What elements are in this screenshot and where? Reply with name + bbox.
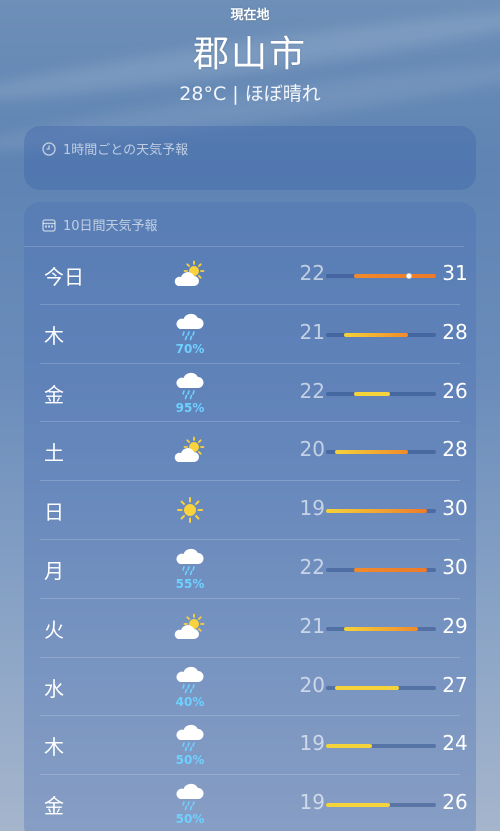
- forecast-day: 木: [44, 323, 64, 348]
- forecast-row[interactable]: 月 55% 22 30: [40, 540, 468, 599]
- temperature-range-fill: [344, 626, 418, 631]
- daily-forecast-card[interactable]: 10日間天気予報 今日 22 31 木 70% 21 28 金 95% 22 26 土 20 28 日 19 3…: [24, 202, 476, 831]
- low-temp: 20: [299, 672, 325, 697]
- daily-forecast-header: 10日間天気予報: [24, 202, 464, 247]
- temperature-range-fill: [353, 567, 427, 572]
- temperature-range-bar: [326, 273, 436, 279]
- hourly-forecast-title: 1時間ごとの天気予報: [63, 143, 189, 158]
- high-temp: 24: [442, 731, 468, 756]
- forecast-row[interactable]: 木 70% 21 28: [40, 305, 468, 364]
- high-temp: 28: [442, 437, 468, 462]
- clock-icon: [42, 141, 56, 156]
- forecast-row[interactable]: 金 50% 19 26: [40, 775, 468, 831]
- city-name: 郡山市: [192, 34, 307, 75]
- precipitation-chance: 70%: [175, 341, 205, 356]
- temperature-range-fill: [326, 803, 391, 808]
- current-temp-marker: [405, 273, 412, 279]
- forecast-day: 日: [44, 500, 64, 525]
- precipitation-chance: 50%: [175, 812, 205, 827]
- temperature-range-bar: [326, 567, 436, 572]
- high-temp: 31: [442, 261, 468, 285]
- temperature-range-bar: [326, 685, 436, 690]
- high-temp: 28: [442, 319, 468, 344]
- temperature-range-fill: [353, 274, 436, 278]
- forecast-row[interactable]: 日 19 30: [40, 481, 468, 540]
- forecast-row[interactable]: 木 50% 19 24: [40, 716, 468, 776]
- current-summary: 28°C | ほぼ晴れ: [179, 83, 321, 105]
- precipitation-chance: 40%: [175, 694, 205, 709]
- temperature-range-fill: [326, 744, 372, 749]
- forecast-day: 火: [44, 617, 64, 642]
- low-temp: 19: [299, 731, 325, 756]
- forecast-day: 金: [44, 794, 64, 819]
- daily-forecast-list: 今日 22 31 木 70% 21 28 金 95% 22 26 土 20 28 日 19 30 月 55% 22 30…: [24, 246, 476, 831]
- calendar-icon: [42, 218, 56, 232]
- forecast-row[interactable]: 今日 22 31: [40, 246, 468, 305]
- temperature-range-bar: [326, 332, 436, 337]
- low-temp: 20: [299, 437, 325, 462]
- precipitation-chance: 95%: [175, 400, 205, 415]
- forecast-day: 土: [44, 441, 64, 466]
- high-temp: 26: [442, 790, 468, 815]
- low-temp: 22: [299, 261, 325, 285]
- forecast-day: 木: [44, 735, 64, 760]
- temperature-range-fill: [326, 509, 427, 514]
- temperature-range-bar: [326, 509, 436, 514]
- forecast-day: 金: [44, 382, 64, 407]
- partly-sunny-icon: [170, 436, 210, 480]
- temperature-range-bar: [326, 803, 436, 808]
- temperature-range-bar: [326, 450, 436, 455]
- high-temp: 30: [442, 496, 468, 521]
- high-temp: 26: [442, 378, 468, 403]
- high-temp: 29: [442, 613, 468, 638]
- daily-forecast-title: 10日間天気予報: [63, 219, 158, 234]
- location-header: 現在地 郡山市 28°C | ほぼ晴れ: [0, 0, 500, 106]
- temperature-range-fill: [335, 450, 409, 455]
- low-temp: 19: [299, 496, 325, 521]
- forecast-row[interactable]: 土 20 28: [40, 422, 468, 482]
- low-temp: 21: [299, 613, 325, 638]
- precipitation-chance: 50%: [175, 753, 205, 768]
- hourly-forecast-header: 1時間ごとの天気予報: [24, 126, 476, 158]
- high-temp: 27: [442, 672, 468, 697]
- low-temp: 22: [299, 554, 325, 579]
- temperature-range-fill: [344, 332, 409, 337]
- forecast-day: 月: [44, 558, 64, 583]
- location-label: 現在地: [230, 8, 270, 23]
- forecast-row[interactable]: 金 95% 22 26: [40, 364, 468, 423]
- precipitation-chance: 55%: [175, 576, 205, 591]
- temperature-range-fill: [353, 391, 391, 396]
- sun-icon: [170, 495, 210, 539]
- partly-sunny-icon: [170, 260, 210, 304]
- temperature-range-bar: [326, 744, 436, 749]
- forecast-row[interactable]: 水 40% 20 27: [40, 658, 468, 717]
- temperature-range-bar: [326, 626, 436, 631]
- low-temp: 22: [299, 378, 325, 403]
- forecast-day: 今日: [44, 265, 84, 289]
- low-temp: 19: [299, 790, 325, 815]
- temperature-range-fill: [335, 685, 400, 690]
- forecast-day: 水: [44, 676, 64, 701]
- temperature-range-bar: [326, 391, 436, 396]
- low-temp: 21: [299, 319, 325, 344]
- high-temp: 30: [442, 554, 468, 579]
- forecast-row[interactable]: 火 21 29: [40, 599, 468, 658]
- partly-sunny-icon: [170, 613, 210, 657]
- hourly-forecast-card[interactable]: 1時間ごとの天気予報: [24, 126, 476, 190]
